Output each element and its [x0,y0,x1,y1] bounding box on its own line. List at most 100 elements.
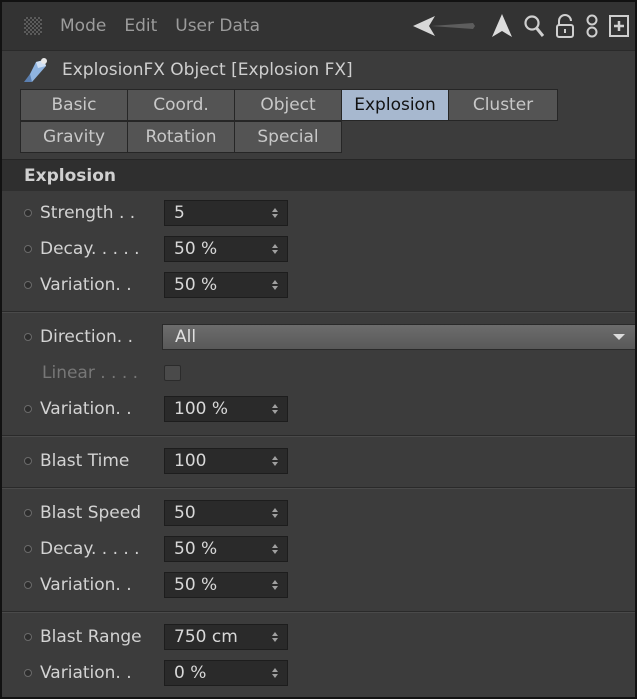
blast-time-field[interactable]: 100 [164,448,288,474]
field-value[interactable]: 100 [165,451,269,471]
param-label: Linear . . . . [42,363,139,383]
explosion-object-icon [22,56,50,84]
animate-dot-icon[interactable] [24,405,32,413]
field-value[interactable]: 50 % [165,539,269,559]
toolbar [413,11,629,41]
field-value[interactable]: 5 [165,203,269,223]
field-value[interactable]: 50 % [165,239,269,259]
object-header: ExplosionFX Object [Explosion FX] [2,51,635,89]
field-value[interactable]: 750 cm [165,627,269,647]
param-label: Decay. . . . . [40,539,140,559]
variation-field[interactable]: 50 % [164,272,288,298]
decay-field[interactable]: 50 % [164,536,288,562]
param-label: Variation. . [40,275,132,295]
param-label: Variation. . [40,663,132,683]
divider [2,435,635,437]
param-blast-time: Blast Time 100 [2,443,635,479]
divider [2,611,635,613]
menu-bar: Mode Edit User Data [2,2,635,51]
divider [2,487,635,489]
search-icon[interactable] [523,11,545,41]
chevron-down-icon[interactable] [613,334,625,340]
param-speed-variation: Variation. . 50 % [2,567,635,603]
attribute-manager: Mode Edit User Data ExplosionFX Object [… [0,0,637,699]
strength-field[interactable]: 5 [164,200,288,226]
param-blast-speed: Blast Speed 50 [2,495,635,531]
tab-explosion[interactable]: Explosion [341,89,449,121]
menu-user-data[interactable]: User Data [175,16,260,36]
animate-dot-icon[interactable] [24,333,32,341]
spinner-arrows-icon[interactable] [269,280,281,290]
spinner-arrows-icon[interactable] [269,544,281,554]
spinner-arrows-icon[interactable] [269,508,281,518]
param-decay: Decay. . . . . 50 % [2,231,635,267]
blast-range-field[interactable]: 750 cm [164,624,288,650]
param-direction-variation: Variation. . 100 % [2,391,635,427]
field-value[interactable]: 100 % [165,399,269,419]
variation-field[interactable]: 0 % [164,660,288,686]
lock-icon[interactable] [555,11,575,41]
param-label: Blast Speed [40,503,142,523]
pointer-icon[interactable] [491,11,513,41]
animate-dot-icon[interactable] [24,509,32,517]
spinner-arrows-icon[interactable] [269,404,281,414]
variation-field[interactable]: 50 % [164,572,288,598]
animate-dot-icon[interactable] [24,209,32,217]
animate-dot-icon[interactable] [24,545,32,553]
grip-handle-icon[interactable] [24,17,42,35]
spinner-arrows-icon[interactable] [269,668,281,678]
spinner-arrows-icon[interactable] [269,580,281,590]
tab-rotation[interactable]: Rotation [127,121,235,153]
spinner-arrows-icon[interactable] [269,456,281,466]
section-title: Explosion [2,159,635,191]
param-label: Decay. . . . . [40,239,140,259]
spinner-arrows-icon[interactable] [269,632,281,642]
parameter-list: Strength . . 5 Decay. . . . . 50 % Varia… [2,191,635,691]
param-label: Strength . . [40,203,136,223]
param-label: Blast Time [40,451,130,471]
direction-dropdown[interactable]: All [162,324,635,350]
param-label: Blast Range [40,627,142,647]
field-value[interactable]: 0 % [165,663,269,683]
tab-object[interactable]: Object [234,89,342,121]
tab-bar: Basic Coord. Object Explosion Cluster Gr… [2,89,635,153]
spinner-arrows-icon[interactable] [269,208,281,218]
back-arrow-icon[interactable] [413,11,481,41]
linear-checkbox[interactable] [164,365,181,381]
param-linear: Linear . . . . [2,355,635,391]
animate-dot-icon[interactable] [24,581,32,589]
animate-dot-icon[interactable] [24,281,32,289]
animate-dot-icon[interactable] [24,669,32,677]
dropdown-value[interactable]: All [163,327,613,347]
divider [2,311,635,313]
param-variation: Variation. . 50 % [2,267,635,303]
param-label: Variation. . [40,575,132,595]
param-label: Direction. . [40,327,134,347]
tab-special[interactable]: Special [234,121,342,153]
decay-field[interactable]: 50 % [164,236,288,262]
param-blast-range: Blast Range 750 cm [2,619,635,655]
field-value[interactable]: 50 % [165,575,269,595]
variation-field[interactable]: 100 % [164,396,288,422]
blast-speed-field[interactable]: 50 [164,500,288,526]
spinner-arrows-icon[interactable] [269,244,281,254]
new-panel-icon[interactable] [609,11,629,41]
menu-mode[interactable]: Mode [60,16,106,36]
tab-coord[interactable]: Coord. [127,89,235,121]
object-title: ExplosionFX Object [Explosion FX] [62,60,353,80]
param-direction: Direction. . All [2,319,635,355]
param-speed-decay: Decay. . . . . 50 % [2,531,635,567]
menu-edit[interactable]: Edit [124,16,157,36]
animate-dot-icon[interactable] [24,633,32,641]
tab-cluster[interactable]: Cluster [448,89,558,121]
param-range-variation: Variation. . 0 % [2,655,635,691]
field-value[interactable]: 50 [165,503,269,523]
tab-gravity[interactable]: Gravity [20,121,128,153]
animate-dot-icon[interactable] [24,245,32,253]
animate-dot-icon[interactable] [24,457,32,465]
tab-basic[interactable]: Basic [20,89,128,121]
field-value[interactable]: 50 % [165,275,269,295]
link-icon[interactable] [585,11,599,41]
param-strength: Strength . . 5 [2,195,635,231]
param-label: Variation. . [40,399,132,419]
